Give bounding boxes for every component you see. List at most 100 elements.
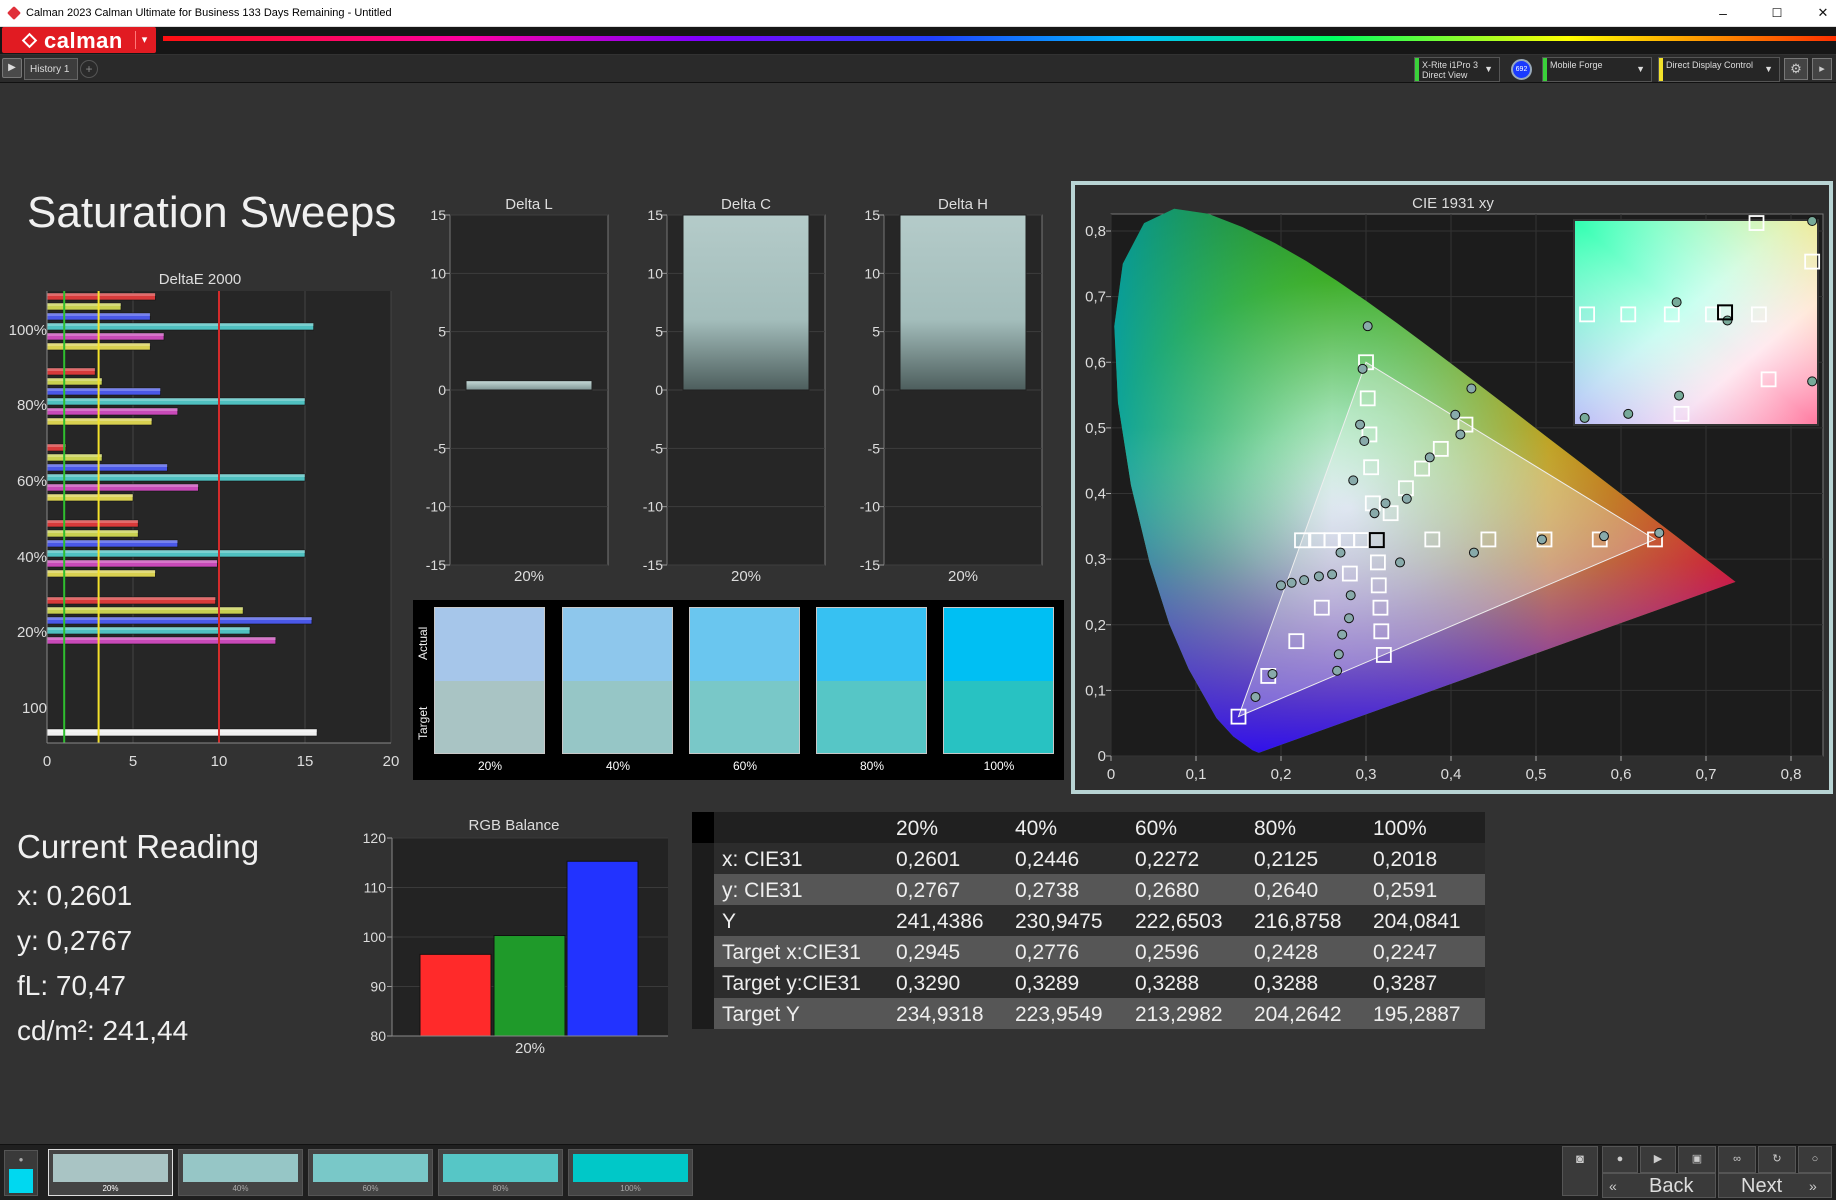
circle-icon[interactable]: ○ [1798, 1146, 1832, 1173]
delta-category-label: 20% [514, 568, 544, 585]
deltae-bar-highlight [47, 597, 216, 600]
record-icon[interactable]: ● [1602, 1146, 1638, 1173]
table-cell: 241,4386 [896, 910, 984, 933]
current-color-panel: ● [4, 1150, 38, 1196]
back-button[interactable]: « Back [1602, 1173, 1716, 1198]
swatch-actual [817, 608, 926, 681]
inset-measured-circle [1671, 297, 1682, 308]
table-cell: 0,2776 [1015, 941, 1080, 964]
table-cell: 0,2601 [896, 848, 961, 871]
deltae-bar-highlight [47, 550, 305, 553]
back-label: Back [1649, 1175, 1694, 1197]
loop-icon[interactable]: ∞ [1718, 1146, 1756, 1173]
measured-circle [1276, 580, 1286, 591]
table-cell: 0,2428 [1254, 941, 1319, 964]
play-icon[interactable]: ▶ [1640, 1146, 1676, 1173]
deltae-bar-highlight [47, 729, 318, 732]
table-cell: 0,3289 [1015, 972, 1080, 995]
step-80-percent[interactable]: 80% [438, 1149, 563, 1196]
cie-ytick-label: 0,8 [1085, 223, 1106, 240]
swatch-actual [563, 608, 672, 681]
deltae-bar-highlight [47, 408, 178, 411]
target-label: Target [416, 706, 430, 740]
deltae-bar-highlight [47, 474, 305, 477]
deltae-row-label: 100% [9, 322, 47, 339]
cie-ytick-label: 0,5 [1085, 420, 1106, 437]
table-cell: 0,2272 [1135, 848, 1200, 871]
measured-circle [1286, 577, 1297, 588]
delta-category-label: 20% [948, 568, 978, 585]
swatch-label: 20% [478, 759, 502, 773]
step-color [443, 1154, 558, 1182]
cie-ytick-label: 0 [1098, 748, 1106, 765]
cie-xtick-label: 0,3 [1356, 766, 1377, 783]
delta-ytick-label: 5 [438, 324, 446, 340]
swatch-panel: Actual Target 20% 40% 60% 80% 100% [413, 600, 1064, 780]
inset-measured-circle [1807, 216, 1818, 226]
measured-circle [1267, 668, 1278, 679]
swatch-actual [435, 608, 544, 681]
swatch-label: 100% [984, 759, 1015, 773]
table-cell: 204,0841 [1373, 910, 1461, 933]
deltae-row-label: 100 [22, 700, 47, 717]
step-20-percent[interactable]: 20% [48, 1149, 173, 1196]
stop-button[interactable]: ◙ [1562, 1146, 1598, 1196]
deltae-bar-highlight [47, 323, 314, 326]
measured-circle [1369, 508, 1380, 519]
delta-lch-charts: Delta L 15 10 5 0 -5 -10 -15 20% Delta C 15 10 5 0 -5 -… [426, 196, 1043, 585]
row-marker [692, 998, 714, 1029]
rgb-ytick-label: 90 [370, 979, 386, 995]
cie-xtick-label: 0,6 [1611, 766, 1632, 783]
table-row-label: x: CIE31 [722, 848, 803, 871]
step-40-percent[interactable]: 40% [178, 1149, 303, 1196]
inset-measured-circle [1807, 376, 1818, 387]
table-cell: 222,6503 [1135, 910, 1223, 933]
table-cell: 223,9549 [1015, 1003, 1103, 1026]
step-label: 100% [620, 1184, 641, 1193]
delta-bar [682, 214, 810, 391]
cie-ytick-label: 0,6 [1085, 354, 1106, 371]
table-cell: 204,2642 [1254, 1003, 1342, 1026]
table-cell: 0,2018 [1373, 848, 1438, 871]
table-row: Target x:CIE31 0,2945 0,2776 0,2596 0,2428 0,… [692, 936, 1485, 967]
save-icon[interactable]: ▣ [1678, 1146, 1716, 1173]
cie-diagram: CIE 1931 xy 0 0,1 0,2 0,3 0,4 0,5 0,6 0,7 0,8 0 0,… [1071, 181, 1833, 794]
deltae-xtick-label: 0 [43, 753, 51, 770]
measured-circle [1332, 665, 1343, 676]
rgb-ytick-label: 120 [363, 830, 387, 846]
step-label: 80% [492, 1184, 509, 1193]
table-cell: 0,2247 [1373, 941, 1438, 964]
delta-ytick-label: 10 [864, 265, 880, 281]
cie-ytick-label: 0,3 [1085, 551, 1106, 568]
measured-circle [1344, 613, 1354, 624]
delta-ytick-label: 0 [872, 382, 880, 398]
swatch-label: 80% [860, 759, 884, 773]
measured-circle [1401, 493, 1412, 504]
table-header-cell: 100% [1373, 817, 1427, 840]
delta-ytick-label: 15 [647, 207, 663, 223]
swatch-list: 20% 40% 60% 80% 100% [434, 607, 1054, 773]
swatch-actual [690, 608, 799, 681]
rgb-bar-g [493, 935, 566, 1037]
refresh-icon[interactable]: ↻ [1758, 1146, 1796, 1173]
step-60-percent[interactable]: 60% [308, 1149, 433, 1196]
table-cell: 0,2640 [1254, 879, 1319, 902]
table-cell: 0,3288 [1254, 972, 1319, 995]
rgb-balance-title: RGB Balance [469, 817, 560, 834]
measured-circle [1455, 429, 1466, 440]
reading-x: x: 0,2601 [17, 880, 133, 911]
table-header-row: 20% 40% 60% 80% 100% [692, 812, 1485, 843]
step-color [183, 1154, 298, 1182]
deltae-xtick-label: 5 [129, 753, 137, 770]
step-100-percent[interactable]: 100% [568, 1149, 693, 1196]
delta-chart-title: Delta C [721, 196, 771, 213]
measured-circle [1337, 629, 1348, 640]
table-cell: 0,3288 [1135, 972, 1200, 995]
next-button[interactable]: Next » [1718, 1173, 1832, 1198]
table-cell: 0,3290 [896, 972, 961, 995]
deltae-bar-highlight [47, 303, 121, 306]
swatch-label: 60% [733, 759, 757, 773]
step-color [313, 1154, 428, 1182]
deltae-row-label: 20% [17, 624, 47, 641]
swatch-label: 40% [606, 759, 630, 773]
